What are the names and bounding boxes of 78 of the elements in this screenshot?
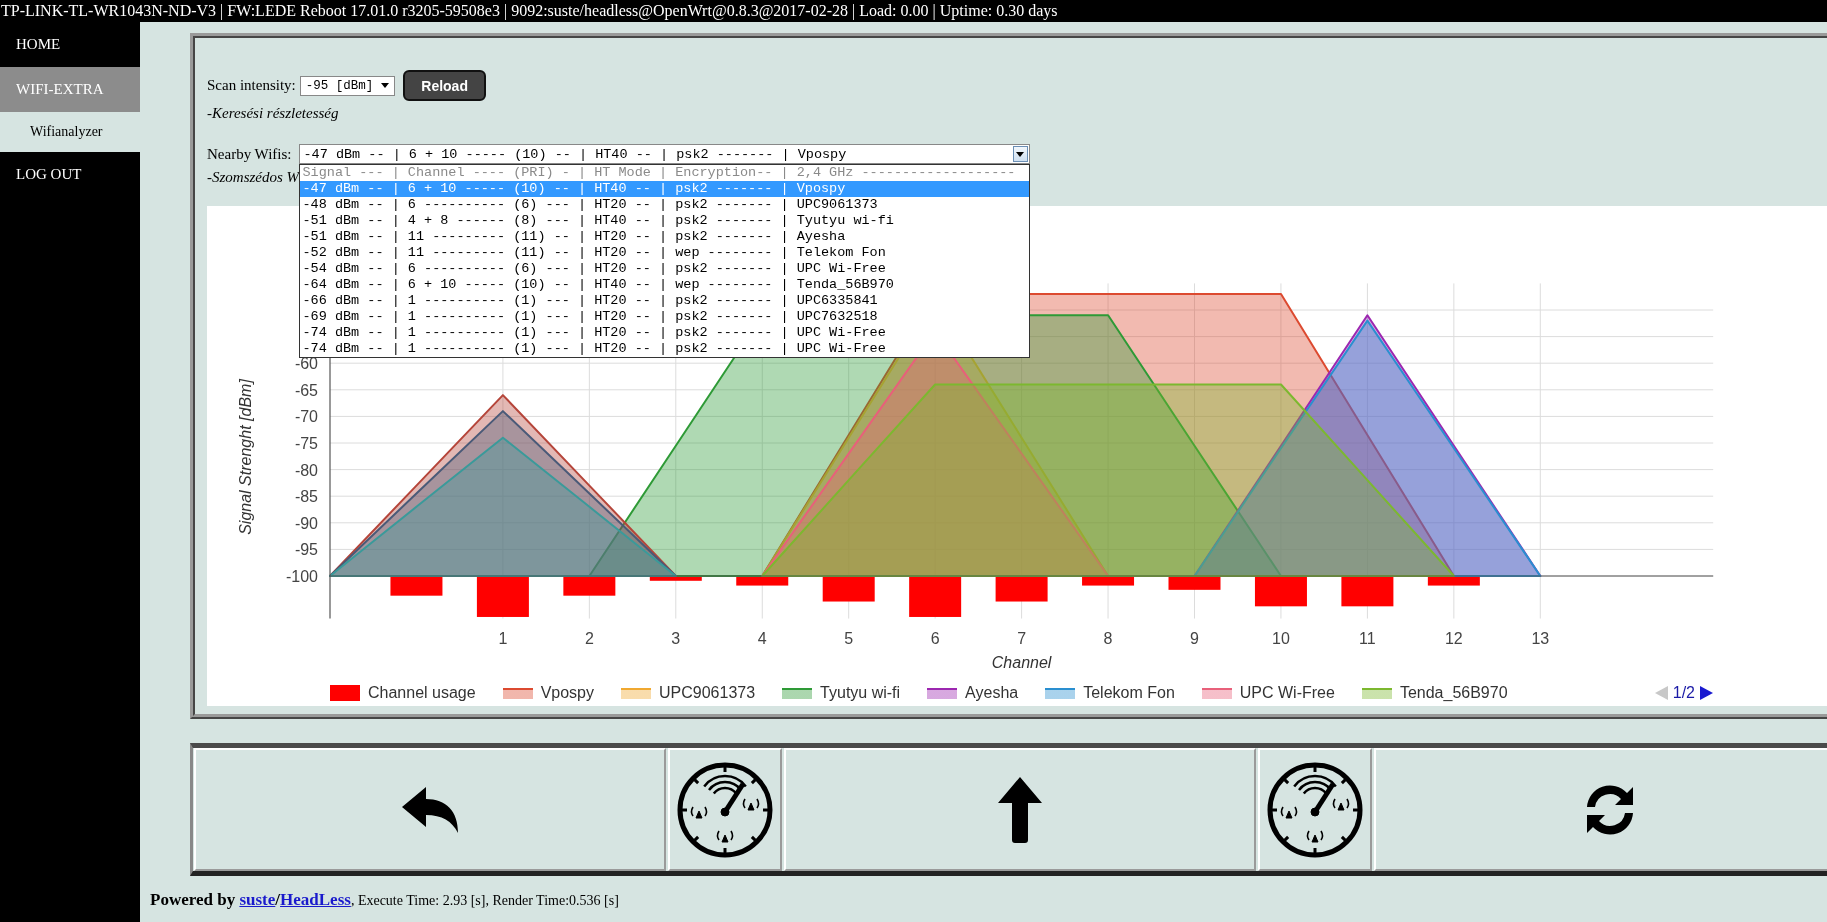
gauge-button[interactable] [668, 748, 782, 871]
x-tick-label: 12 [1444, 630, 1463, 647]
legend-label[interactable]: Tenda_56B970 [1399, 684, 1508, 702]
usage-bar [1254, 576, 1307, 607]
usage-bar [563, 576, 616, 596]
dropdown-option[interactable]: -64 dBm -- | 6 + 10 ----- (10) -- | HT40 -- | wep -------- | Tenda_56B970 [299, 277, 1029, 293]
field-label: Nearby Wifis: [207, 145, 292, 163]
next-page-arrow[interactable] [1699, 686, 1713, 700]
usage-bar [649, 576, 702, 581]
up-button[interactable] [784, 748, 1256, 871]
y-tick-label: -95 [294, 541, 318, 559]
usage-bar [1341, 576, 1394, 607]
footer-link[interactable]: suste [239, 890, 276, 909]
x-tick-label: 6 [930, 630, 940, 647]
legend-label[interactable]: Vpospy [540, 684, 594, 702]
field-label: Scan intensity: [207, 77, 296, 94]
usage-bar [1427, 576, 1480, 586]
dropdown-option[interactable]: -69 dBm -- | 1 ---------- (1) --- | HT20 -- | psk2 ------- | UPC7632518 [299, 309, 1029, 325]
x-axis-title: Channel [991, 654, 1052, 671]
dropdown-option[interactable]: -51 dBm -- | 4 + 8 ------ (8) --- | HT40 -- | psk2 ------- | Tyutyu wi-fi [299, 213, 1029, 229]
wifi-select[interactable]: -47 dBm -- | 6 + 10 ----- (10) -- | HT40 -- | psk2 ------- | Vpospy [298, 144, 1030, 164]
dropdown-option[interactable]: -74 dBm -- | 1 ---------- (1) --- | HT20 -- | psk2 ------- | UPC Wi-Free [299, 325, 1029, 341]
x-tick-label: 9 [1190, 630, 1199, 647]
dropdown-option[interactable]: -54 dBm -- | 6 ---------- (6) --- | HT20 -- | psk2 ------- | UPC Wi-Free [299, 261, 1029, 277]
status-bar-text: TP-LINK-TL-WR1043N-ND-V3 | FW:LEDE Reboot 17.01.0 r3205-59508e3 | 9092:suste/headless@OpenWrt@0.8.3@2017-02-28 | Load: 0.00 | Uptime: 0.30 days [0, 2, 1058, 19]
usage-bar [909, 576, 962, 617]
footer-text: Powered by suste/HeadLess, Execute Time: 2.93 [s], Render Time:0.536 [s] [150, 890, 619, 910]
legend-label[interactable]: Telekom Fon [1083, 684, 1175, 702]
up-arrow-icon [998, 776, 1042, 843]
y-tick-label: -75 [294, 435, 318, 452]
y-tick-label: -65 [294, 381, 318, 399]
x-tick-label: 10 [1272, 630, 1290, 647]
x-tick-label: 2 [584, 630, 594, 647]
x-tick-label: 5 [844, 630, 854, 647]
caret-icon [1016, 151, 1024, 157]
dropdown-option[interactable]: -52 dBm -- | 11 --------- (11) -- | HT20 -- | wep -------- | Telekom Fon [299, 245, 1029, 261]
usage-bar [736, 576, 789, 586]
legend-label[interactable]: UPC Wi-Free [1239, 684, 1335, 702]
usage-bar [995, 576, 1048, 602]
page-indicator: 1/2 [1672, 684, 1695, 702]
legend-label[interactable]: Tyutyu wi-fi [820, 684, 901, 702]
y-tick-label: -80 [294, 461, 318, 479]
sidebar-item[interactable]: Wifianalyzer [0, 112, 140, 152]
dropdown-option[interactable]: -51 dBm -- | 11 --------- (11) -- | HT20 -- | psk2 ------- | Ayesha [299, 229, 1029, 245]
x-tick-label: 13 [1531, 630, 1550, 647]
x-tick-label: 1 [498, 630, 508, 647]
x-tick-label: 3 [671, 630, 681, 647]
gauge-button[interactable] [1258, 748, 1372, 871]
gauge-icon [677, 761, 773, 858]
x-tick-label: 7 [1017, 630, 1027, 647]
legend-label[interactable]: Channel usage [368, 684, 476, 702]
usage-bar [1082, 576, 1135, 586]
y-tick-label: -85 [294, 488, 318, 506]
y-tick-label: -100 [285, 568, 318, 585]
reply-arrow-icon [400, 784, 460, 835]
legend-label[interactable]: UPC9061373 [659, 684, 756, 702]
usage-bar [822, 576, 875, 602]
y-tick-label: -70 [294, 408, 318, 426]
usage-bar [476, 576, 529, 617]
y-axis-title: Signal Strenght [dBm] [237, 379, 254, 535]
dropdown-option[interactable]: -66 dBm -- | 1 ---------- (1) --- | HT20 -- | psk2 ------- | UPC6335841 [299, 293, 1029, 309]
gauge-icon [1267, 761, 1363, 858]
footer-link[interactable]: HeadLess [280, 890, 351, 909]
dropdown-option[interactable]: -48 dBm -- | 6 ---------- (6) --- | HT20 -- | psk2 ------- | UPC9061373 [299, 197, 1029, 213]
sidebar-item[interactable]: LOG OUT [0, 152, 140, 197]
x-tick-label: 4 [757, 630, 767, 647]
usage-bar [390, 576, 443, 596]
legend-label[interactable]: Ayesha [965, 684, 1019, 702]
intensity-select[interactable]: -95 [dBm] [299, 75, 396, 96]
reload-button[interactable]: Reload [403, 70, 486, 101]
sidebar-item[interactable]: HOME [0, 22, 140, 67]
caret-icon [381, 83, 390, 88]
hint-text: -Keresési részletesség [207, 104, 339, 122]
x-tick-label: 11 [1359, 630, 1376, 647]
x-tick-label: 8 [1103, 630, 1113, 647]
y-tick-label: -90 [294, 514, 318, 532]
dropdown-option[interactable]: -74 dBm -- | 1 ---------- (1) --- | HT20 -- | psk2 ------- | UPC Wi-Free [299, 341, 1029, 357]
hint-text: -Szomszédos W [207, 168, 300, 186]
